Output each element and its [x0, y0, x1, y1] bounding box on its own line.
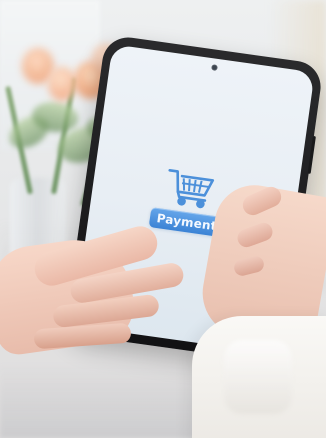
sleeve-fold [224, 340, 292, 414]
photo-scene: Payment [0, 0, 326, 438]
peach-flower [48, 67, 76, 101]
front-camera [211, 64, 218, 71]
shopping-cart-icon [168, 169, 215, 209]
